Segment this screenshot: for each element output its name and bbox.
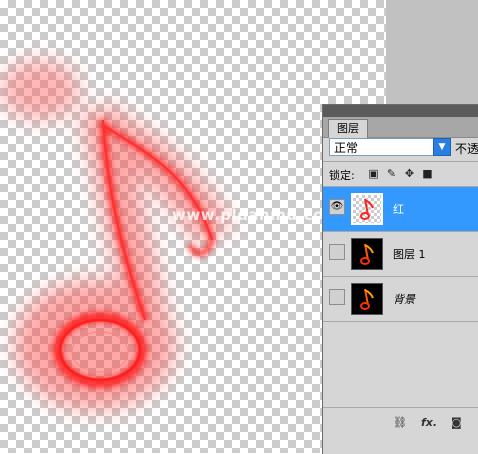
chevron-down-icon[interactable]: ▼ <box>433 138 451 156</box>
eye-icon[interactable]: 👁 <box>329 199 345 215</box>
panel-tab-bar: 图层 <box>323 117 478 138</box>
layer-thumbnail <box>351 238 383 270</box>
layer-row-hong[interactable]: 👁 红 <box>323 187 478 232</box>
add-mask-icon[interactable]: ◙ <box>451 416 462 429</box>
layer-row-background[interactable]: 背景 <box>323 277 478 322</box>
visibility-toggle[interactable] <box>329 244 345 260</box>
fx-icon[interactable]: fx. <box>421 416 437 429</box>
lock-all-icon[interactable]: ■ <box>421 167 434 180</box>
lock-label: 锁定: <box>329 169 355 182</box>
link-layers-icon[interactable]: ⛓ <box>393 416 407 429</box>
layers-panel: 图层 正常 ▼ 不透 锁定: ▣ ✎ ✥ ■ 👁 红 图层 1 背景 ⛓ fx.… <box>322 104 478 454</box>
visibility-toggle[interactable] <box>329 289 345 305</box>
panel-title-bar[interactable] <box>323 105 478 117</box>
fire-note-thumbnail-icon <box>360 243 374 265</box>
opacity-label: 不透 <box>455 142 478 156</box>
fire-note-thumbnail-icon <box>360 288 374 310</box>
watermark-text: www.pldanmu.com <box>172 206 341 224</box>
layer-name: 背景 <box>393 293 415 306</box>
lock-transparent-icon[interactable]: ▣ <box>367 167 380 180</box>
layer-name: 红 <box>393 203 404 216</box>
note-thumbnail-icon <box>360 198 374 220</box>
layer-row-layer-1[interactable]: 图层 1 <box>323 232 478 277</box>
layer-thumbnail <box>351 193 383 225</box>
layer-name: 图层 1 <box>393 248 426 261</box>
layers-panel-footer: ⛓ fx. ◙ <box>323 407 478 454</box>
divider <box>323 161 478 162</box>
lock-paint-icon[interactable]: ✎ <box>385 167 398 180</box>
tab-layers[interactable]: 图层 <box>328 119 368 138</box>
lock-move-icon[interactable]: ✥ <box>403 167 416 180</box>
layer-thumbnail <box>351 283 383 315</box>
